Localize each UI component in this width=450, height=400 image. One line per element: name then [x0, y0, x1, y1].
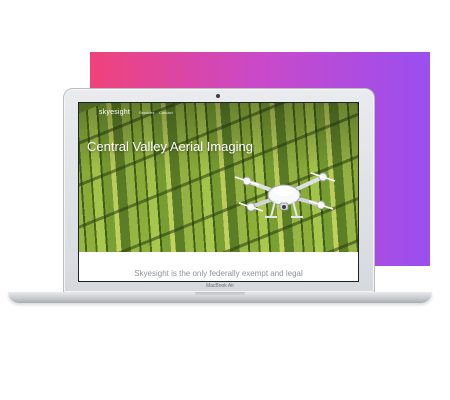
- lid-notch: [195, 292, 245, 296]
- nav-link-services[interactable]: Services: [139, 110, 154, 115]
- drone-icon: [234, 172, 336, 218]
- webcam-icon: [216, 94, 220, 98]
- marketing-graphic: skyesight Services Contact Central Valle…: [0, 0, 450, 400]
- laptop-screen: skyesight Services Contact Central Valle…: [79, 103, 358, 281]
- brand-logo[interactable]: skyesight: [99, 109, 130, 116]
- hero-image: skyesight Services Contact Central Valle…: [79, 103, 358, 252]
- intro-section: Skyesight is the only federally exempt a…: [79, 252, 358, 281]
- model-label: MacBook Air: [205, 283, 235, 289]
- hero-title: Central Valley Aerial Imaging: [87, 139, 253, 154]
- intro-text: Skyesight is the only federally exempt a…: [134, 269, 303, 278]
- nav-link-contact[interactable]: Contact: [159, 110, 173, 115]
